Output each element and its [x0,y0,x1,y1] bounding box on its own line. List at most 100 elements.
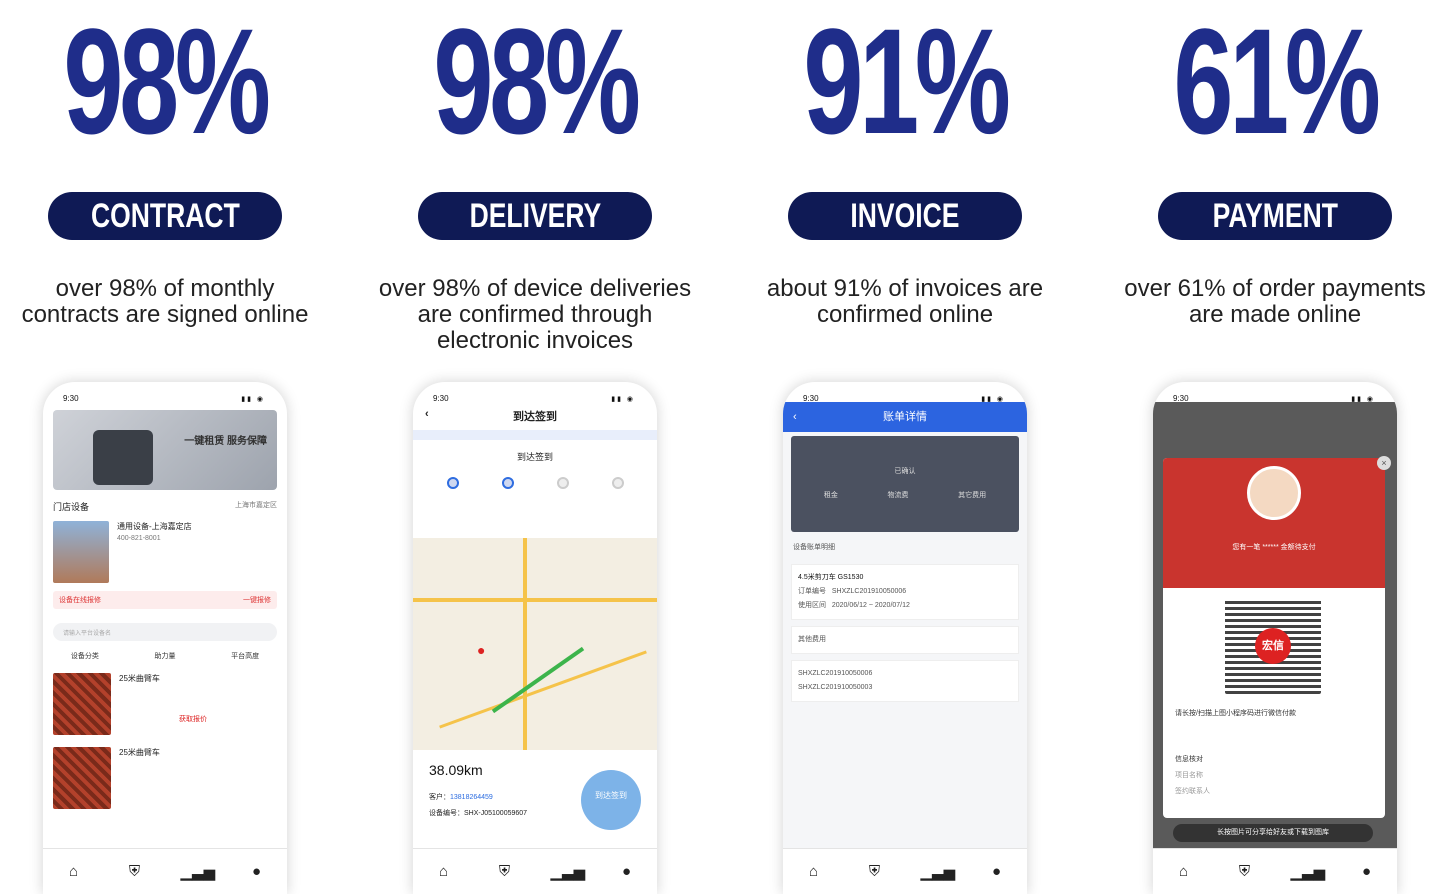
stat-percent: 98% [433,0,641,165]
status-bar: 9:30 ▮▮ ◉ [1153,382,1397,403]
order-block: SHXZLC201910050006 SHXZLC201910050003 [791,660,1019,702]
user-icon[interactable]: ● [242,863,272,880]
desc-line: over 98% of device deliveries [378,275,692,302]
progress-steps [413,469,657,497]
route-map[interactable]: ● [413,538,657,750]
product-row[interactable]: 25米曲臂车 [43,741,287,815]
pay-prompt: 您有一笔 [1232,544,1261,551]
other-fee-block: 其他费用 [791,626,1019,654]
shield-icon[interactable]: ⛨ [1230,863,1260,880]
stat-label: INVOICE [850,197,960,235]
bottom-nav: ⌂ ⛨ ▁▃▅ ● [413,848,657,894]
col-rent: 租金 [823,492,838,499]
sub-title: 到达签到 [516,452,553,462]
download-button[interactable]: 长按图片可分享给好友或下载到图库 [1173,824,1373,842]
close-icon[interactable]: × [1377,456,1391,470]
stat-label-pill: PAYMENT [1158,192,1392,240]
shield-icon[interactable]: ⛨ [120,863,150,880]
product-name: 25米曲臂车 [119,748,160,757]
repair-button[interactable]: 一键报修 [243,595,271,605]
home-icon[interactable]: ⌂ [1169,863,1199,880]
infographic: 98% CONTRACT over 98% of monthly contrac… [0,0,1439,894]
signal-icon: ▮▮ ◉ [241,396,265,403]
sub-header: 到达签到 [413,444,657,469]
desc-line: contracts are signed online [21,301,309,328]
product-image [53,673,111,735]
chart-icon[interactable]: ▁▃▅ [181,863,216,881]
title-text: 到达签到 [513,411,557,423]
repair-alert: 设备在线报修 一键报修 [53,591,277,609]
stat-label: PAYMENT [1212,197,1338,235]
qr-badge: 宏信 [1255,628,1291,664]
info-title: 信息核对 [1175,756,1203,763]
chart-icon[interactable]: ▁▃▅ [921,863,956,881]
home-icon[interactable]: ⌂ [59,863,89,880]
chart-icon[interactable]: ▁▃▅ [1291,863,1326,881]
status-time: 9:30 [63,394,79,403]
desc-line: about 91% of invoices are [766,275,1044,302]
notice-strip [413,430,657,440]
status-bar: 9:30 ▮▮ ◉ [43,382,287,403]
col-logistics: 物流费 [887,492,909,499]
stat-label-pill: CONTRACT [48,192,282,240]
checkin-button[interactable]: 到达签到 [581,770,641,830]
status-bar: 9:30 ▮▮ ◉ [783,382,1027,403]
product-image [53,747,111,809]
page-title: ‹ 到达签到 [413,402,657,430]
col-other: 其它费用 [958,492,987,499]
info-item: 签约联系人 [1175,788,1210,795]
payment-header: 您有一笔 ****** 金额待支付 [1163,458,1385,588]
stat-description: over 98% of monthly contracts are signed… [0,276,350,328]
store-card[interactable]: 通用设备-上海嘉定店 400-821-8001 [43,517,287,587]
shield-icon[interactable]: ⛨ [490,863,520,880]
pay-suffix: 金额待支付 [1280,544,1316,551]
map-road [523,538,527,750]
stat-percent: 61% [1173,0,1381,165]
filter-power[interactable]: 助力量 [154,651,175,661]
desc-line: confirmed online [816,301,994,328]
bottom-nav: ⌂ ⛨ ▁▃▅ ● [43,848,287,894]
device-bill-block: 4.5米剪刀车 GS1530 订单编号 SHXZLC201910050006 使… [791,564,1019,620]
bill-status: 已确认 [894,468,916,475]
bottom-nav: ⌂ ⛨ ▁▃▅ ● [1153,848,1397,894]
chart-icon[interactable]: ▁▃▅ [551,863,586,881]
section-title: 设备账单明细 [793,544,835,551]
back-icon[interactable]: ‹ [425,408,429,420]
map-road [413,598,657,602]
quote-button[interactable]: 获取报价 [179,714,207,724]
stat-label-pill: INVOICE [788,192,1022,240]
home-icon[interactable]: ⌂ [429,863,459,880]
home-icon[interactable]: ⌂ [799,863,829,880]
user-icon[interactable]: ● [1352,863,1382,880]
content-bg: 已确认 租金 物流费 其它费用 设备账单明细 4.5米剪刀车 GS1530 订单… [783,432,1027,852]
order-no: SHXZLC201910050003 [798,684,873,691]
customer-phone[interactable]: 13818264459 [450,794,493,801]
filter-category[interactable]: 设备分类 [71,651,99,661]
user-icon[interactable]: ● [982,863,1012,880]
order-no: SHXZLC201910050006 [798,670,873,677]
product-row[interactable]: 25米曲臂车 获取报价 [43,667,287,741]
bottom-nav: ⌂ ⛨ ▁▃▅ ● [783,848,1027,894]
alert-text: 设备在线报修 [59,597,101,604]
stat-description: over 98% of device deliveries are confir… [350,276,720,354]
map-road [439,650,647,729]
date-start: 2020/06/12 [831,602,867,609]
location-pin-icon: ● [477,642,486,658]
desc-line: over 98% of monthly [55,275,275,302]
store-phone[interactable]: 400-821-8001 [117,533,192,545]
section-location[interactable]: 上海市嘉定区 [235,500,277,513]
stat-column-payment: 61% PAYMENT over 61% of order payments a… [1090,0,1439,894]
device-name: 4.5米剪刀车 GS1530 [798,574,864,581]
promo-banner[interactable]: 一键租赁 服务保障 [53,410,277,490]
store-name: 通用设备-上海嘉定店 [117,522,192,531]
phone-hand-illustration [93,430,153,485]
search-input[interactable]: 请输入平台设备名 [53,623,277,641]
customer-label: 客户： [429,794,450,801]
stat-label: CONTRACT [90,197,240,235]
filter-height[interactable]: 平台高度 [231,651,259,661]
stat-label: DELIVERY [469,197,601,235]
back-icon[interactable]: ‹ [793,402,797,432]
shield-icon[interactable]: ⛨ [860,863,890,880]
user-icon[interactable]: ● [612,863,642,880]
product-name: 25米曲臂车 [119,674,160,683]
